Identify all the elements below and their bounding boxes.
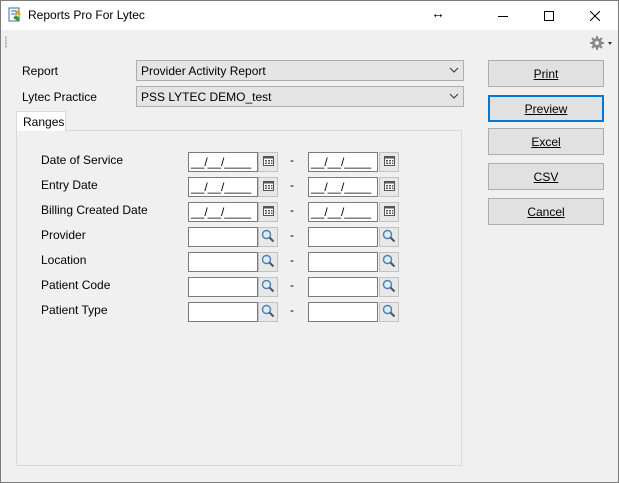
preview-button-label: Preview xyxy=(524,101,568,116)
calendar-icon xyxy=(262,155,274,169)
tab-ranges[interactable]: Ranges xyxy=(16,111,66,131)
lookup-button[interactable] xyxy=(258,227,278,247)
horizontal-resize-icon[interactable]: ↔ xyxy=(431,5,445,21)
practice-dropdown-value: PSS LYTEC DEMO_test xyxy=(141,90,272,104)
calendar-icon xyxy=(383,155,395,169)
date-picker-button[interactable] xyxy=(379,202,399,222)
tab-ranges-label: Ranges xyxy=(23,115,65,129)
range-from-field[interactable]: __/__/____ xyxy=(188,177,258,197)
range-separator: - xyxy=(290,178,294,192)
range-label: Entry Date xyxy=(41,178,98,192)
gear-icon[interactable] xyxy=(589,35,615,51)
range-to-field[interactable] xyxy=(308,277,378,297)
range-to-field[interactable] xyxy=(308,302,378,322)
cancel-button[interactable]: Cancel xyxy=(488,198,604,225)
range-to-field[interactable]: __/__/____ xyxy=(308,177,378,197)
range-label: Billing Created Date xyxy=(41,203,148,217)
range-separator: - xyxy=(290,228,294,242)
lookup-button[interactable] xyxy=(379,227,399,247)
lookup-button[interactable] xyxy=(258,277,278,297)
toolbar xyxy=(1,30,618,54)
preview-button[interactable]: Preview xyxy=(488,95,604,122)
range-to-field[interactable] xyxy=(308,227,378,247)
date-picker-button[interactable] xyxy=(258,152,278,172)
calendar-icon xyxy=(262,180,274,194)
chevron-down-icon xyxy=(449,67,459,73)
magnifier-icon xyxy=(261,304,275,321)
range-from-field[interactable] xyxy=(188,227,258,247)
range-label: Location xyxy=(41,253,87,267)
print-button-label: Print xyxy=(533,66,559,81)
magnifier-icon xyxy=(382,279,396,296)
csv-button[interactable]: CSV xyxy=(488,163,604,190)
range-to-field[interactable]: __/__/____ xyxy=(308,202,378,222)
calendar-icon xyxy=(262,205,274,219)
magnifier-icon xyxy=(261,279,275,296)
range-to-field[interactable] xyxy=(308,252,378,272)
toolbar-grip[interactable] xyxy=(5,36,7,48)
calendar-icon xyxy=(383,205,395,219)
app-window: Reports Pro For Lytec ↔ Report Provider … xyxy=(0,0,619,483)
date-picker-button[interactable] xyxy=(258,202,278,222)
magnifier-icon xyxy=(382,229,396,246)
excel-button-label: Excel xyxy=(531,134,561,149)
range-from-field[interactable]: __/__/____ xyxy=(188,152,258,172)
maximize-button[interactable] xyxy=(526,1,572,30)
date-picker-button[interactable] xyxy=(379,152,399,172)
practice-dropdown[interactable]: PSS LYTEC DEMO_test xyxy=(136,86,464,107)
date-picker-button[interactable] xyxy=(379,177,399,197)
close-button[interactable] xyxy=(572,1,618,30)
report-dropdown-value: Provider Activity Report xyxy=(141,64,266,78)
range-from-field[interactable] xyxy=(188,277,258,297)
excel-button[interactable]: Excel xyxy=(488,128,604,155)
report-label: Report xyxy=(22,64,59,78)
print-button[interactable]: Print xyxy=(488,60,604,87)
magnifier-icon xyxy=(261,229,275,246)
range-separator: - xyxy=(290,278,294,292)
range-label: Patient Type xyxy=(41,303,108,317)
range-separator: - xyxy=(290,253,294,267)
magnifier-icon xyxy=(261,254,275,271)
range-from-field[interactable]: __/__/____ xyxy=(188,202,258,222)
range-label: Date of Service xyxy=(41,153,124,167)
calendar-icon xyxy=(383,180,395,194)
cancel-button-label: Cancel xyxy=(527,204,565,219)
lookup-button[interactable] xyxy=(258,252,278,272)
window-title: Reports Pro For Lytec xyxy=(28,8,145,22)
lookup-button[interactable] xyxy=(379,302,399,322)
range-to-field[interactable]: __/__/____ xyxy=(308,152,378,172)
range-label: Provider xyxy=(41,228,86,242)
lookup-button[interactable] xyxy=(379,277,399,297)
range-separator: - xyxy=(290,153,294,167)
csv-button-label: CSV xyxy=(533,169,559,184)
range-label: Patient Code xyxy=(41,278,111,292)
lookup-button[interactable] xyxy=(379,252,399,272)
magnifier-icon xyxy=(382,304,396,321)
date-picker-button[interactable] xyxy=(258,177,278,197)
range-from-field[interactable] xyxy=(188,302,258,322)
report-dropdown[interactable]: Provider Activity Report xyxy=(136,60,464,81)
minimize-button[interactable] xyxy=(480,1,526,30)
range-separator: - xyxy=(290,303,294,317)
report-icon xyxy=(7,7,23,23)
title-bar[interactable]: Reports Pro For Lytec ↔ xyxy=(1,1,618,30)
lookup-button[interactable] xyxy=(258,302,278,322)
chevron-down-icon xyxy=(449,93,459,99)
magnifier-icon xyxy=(382,254,396,271)
range-from-field[interactable] xyxy=(188,252,258,272)
range-separator: - xyxy=(290,203,294,217)
practice-label: Lytec Practice xyxy=(22,90,97,104)
